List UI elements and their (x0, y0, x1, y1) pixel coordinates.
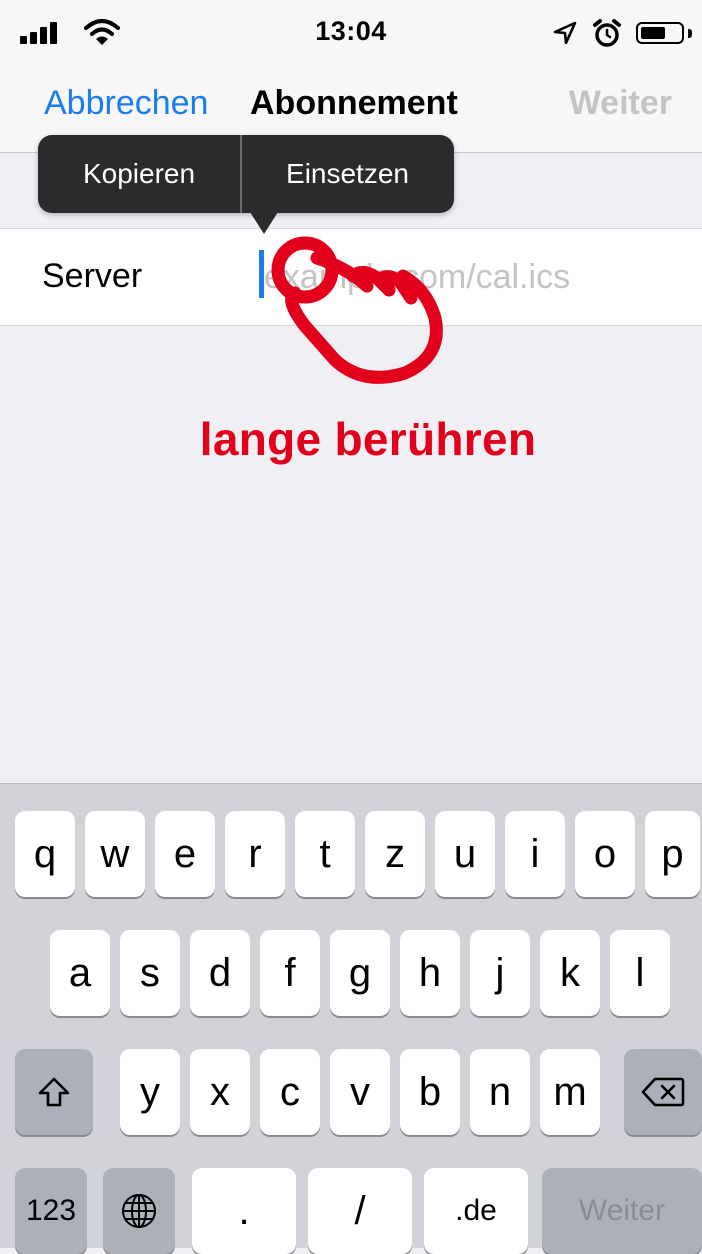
page-title: Abonnement (250, 84, 458, 122)
battery-icon (636, 22, 684, 44)
shift-icon (38, 1077, 70, 1107)
key-r[interactable]: r (225, 811, 285, 897)
key-p[interactable]: p (645, 811, 700, 897)
domain-key[interactable]: .de (424, 1168, 528, 1254)
alarm-clock-icon (593, 19, 621, 47)
globe-key[interactable] (103, 1168, 175, 1254)
key-z[interactable]: z (365, 811, 425, 897)
key-h[interactable]: h (400, 930, 460, 1016)
backspace-icon (641, 1077, 685, 1107)
key-u[interactable]: u (435, 811, 495, 897)
key-q[interactable]: q (15, 811, 75, 897)
key-x[interactable]: x (190, 1049, 250, 1135)
key-m[interactable]: m (540, 1049, 600, 1135)
key-c[interactable]: c (260, 1049, 320, 1135)
status-bar: 13:04 (0, 0, 702, 66)
dot-key[interactable]: . (192, 1168, 296, 1254)
backspace-key[interactable] (624, 1049, 702, 1135)
key-y[interactable]: y (120, 1049, 180, 1135)
key-k[interactable]: k (540, 930, 600, 1016)
long-press-hint: lange berühren (199, 413, 537, 465)
key-w[interactable]: w (85, 811, 145, 897)
battery-tip (688, 29, 692, 38)
location-arrow-icon (553, 21, 577, 45)
slash-key[interactable]: / (308, 1168, 412, 1254)
return-key[interactable]: Weiter (542, 1168, 702, 1254)
server-label: Server (42, 257, 143, 295)
key-o[interactable]: o (575, 811, 635, 897)
key-f[interactable]: f (260, 930, 320, 1016)
numbers-key[interactable]: 123 (15, 1168, 87, 1254)
globe-icon (122, 1194, 156, 1228)
cancel-button[interactable]: Abbrechen (44, 84, 208, 123)
paste-menu-item[interactable]: Einsetzen (241, 135, 454, 213)
key-b[interactable]: b (400, 1049, 460, 1135)
key-j[interactable]: j (470, 930, 530, 1016)
next-button[interactable]: Weiter (569, 84, 672, 123)
key-e[interactable]: e (155, 811, 215, 897)
pointing-hand-icon (271, 236, 443, 384)
key-d[interactable]: d (190, 930, 250, 1016)
key-n[interactable]: n (470, 1049, 530, 1135)
edit-menu: Kopieren Einsetzen (38, 135, 454, 213)
copy-menu-item[interactable]: Kopieren (38, 135, 240, 213)
key-t[interactable]: t (295, 811, 355, 897)
key-s[interactable]: s (120, 930, 180, 1016)
shift-key[interactable] (15, 1049, 93, 1135)
key-i[interactable]: i (505, 811, 565, 897)
key-l[interactable]: l (610, 930, 670, 1016)
key-g[interactable]: g (330, 930, 390, 1016)
key-a[interactable]: a (50, 930, 110, 1016)
keyboard: q w e r t z u i o p a s d f g h j k l y … (0, 783, 702, 1254)
key-v[interactable]: v (330, 1049, 390, 1135)
